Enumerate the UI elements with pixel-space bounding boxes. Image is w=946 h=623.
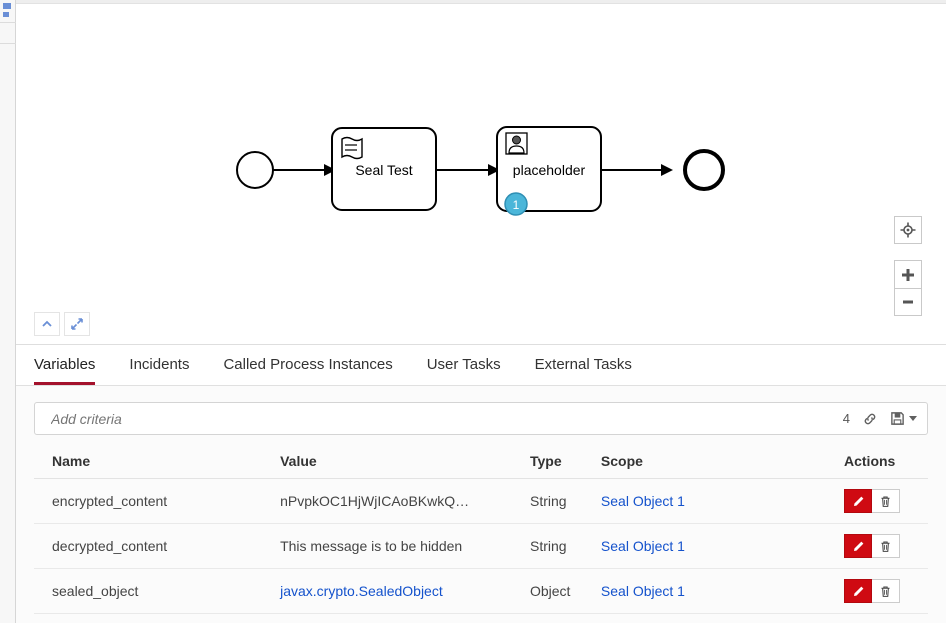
end-event[interactable] bbox=[683, 149, 725, 191]
user-task-label: placeholder bbox=[513, 162, 586, 178]
variable-name: encrypted_content bbox=[34, 478, 281, 524]
plus-icon bbox=[902, 268, 914, 281]
minus-icon bbox=[903, 300, 913, 304]
diagram-foot-controls bbox=[34, 312, 90, 336]
zoom-out-button[interactable] bbox=[894, 288, 922, 316]
tab-user-tasks[interactable]: User Tasks bbox=[427, 356, 501, 385]
zoom-in-button[interactable] bbox=[894, 260, 922, 288]
delete-variable-button[interactable] bbox=[872, 579, 900, 603]
pencil-icon bbox=[853, 541, 863, 551]
sequence-flow-arrow bbox=[661, 164, 673, 176]
edit-variable-button[interactable] bbox=[844, 489, 872, 513]
variable-value: This message is to be hidden bbox=[280, 523, 530, 569]
variable-scope: Seal Object 1 bbox=[600, 613, 844, 623]
variables-table: Name Value Type Scope Actions encrypted_… bbox=[34, 445, 928, 623]
user-task-icon bbox=[505, 132, 528, 155]
variable-value: nPvpkOC1HjWjICAoBKwkQ… bbox=[280, 478, 530, 524]
variable-name: unsealed_object bbox=[34, 613, 281, 623]
chevron-up-icon bbox=[42, 320, 52, 327]
variable-value: javax.crypto.SealedObject bbox=[280, 568, 530, 614]
variable-type: String bbox=[529, 523, 601, 569]
table-row: decrypted_content This message is to be h… bbox=[34, 523, 928, 569]
variable-name: sealed_object bbox=[34, 568, 281, 614]
result-count: 4 bbox=[842, 411, 850, 426]
variable-actions bbox=[844, 613, 928, 623]
chevron-down-icon bbox=[909, 416, 917, 421]
variable-scope: Seal Object 1 bbox=[600, 478, 844, 524]
pencil-icon bbox=[853, 586, 863, 596]
variable-type: String bbox=[529, 478, 601, 524]
edit-variable-button[interactable] bbox=[844, 534, 872, 558]
trash-icon bbox=[881, 586, 890, 597]
detail-tabs: Variables Incidents Called Process Insta… bbox=[16, 346, 946, 386]
bpmn-diagram-canvas[interactable]: Seal Test placeholder 1 bbox=[16, 0, 946, 345]
save-filter-button[interactable] bbox=[890, 411, 917, 426]
column-header-name: Name bbox=[34, 445, 281, 479]
expand-diagram-button[interactable] bbox=[64, 312, 90, 336]
expand-diagonal-icon bbox=[71, 318, 83, 330]
task-instance-badge-count: 1 bbox=[513, 198, 520, 212]
process-instance-view: Seal Test placeholder 1 Variables Incide… bbox=[0, 0, 946, 623]
action-button-group bbox=[844, 579, 900, 603]
delete-variable-button[interactable] bbox=[872, 534, 900, 558]
diagram-zoom-controls bbox=[894, 216, 922, 316]
tab-variables[interactable]: Variables bbox=[34, 356, 96, 385]
bpmn-process-diagram[interactable]: Seal Test placeholder 1 bbox=[16, 0, 946, 345]
left-sidebar-sliver bbox=[0, 0, 16, 623]
column-header-type: Type bbox=[529, 445, 601, 479]
save-icon bbox=[891, 412, 904, 425]
sidebar-divider bbox=[0, 43, 16, 44]
edit-variable-button[interactable] bbox=[844, 579, 872, 603]
variable-name: decrypted_content bbox=[34, 523, 281, 569]
column-header-scope: Scope bbox=[600, 445, 844, 479]
trash-icon bbox=[881, 541, 890, 552]
variable-value: This message is to be hidden bbox=[280, 613, 530, 623]
tab-external-tasks[interactable]: External Tasks bbox=[535, 356, 632, 385]
trash-icon bbox=[881, 496, 890, 507]
variable-actions bbox=[844, 478, 928, 524]
delete-variable-button[interactable] bbox=[872, 489, 900, 513]
tab-called-process-instances[interactable]: Called Process Instances bbox=[223, 356, 392, 385]
search-input[interactable] bbox=[49, 409, 843, 428]
variable-scope: Seal Object 1 bbox=[600, 568, 844, 614]
tab-incidents[interactable]: Incidents bbox=[129, 356, 189, 385]
variable-value-link[interactable]: javax.crypto.SealedObject bbox=[280, 583, 443, 599]
action-button-group bbox=[844, 489, 900, 513]
reset-zoom-button[interactable] bbox=[894, 216, 922, 244]
script-task-icon bbox=[341, 136, 363, 160]
link-icon bbox=[864, 413, 876, 424]
table-row: encrypted_content nPvpkOC1HjWjICAoBKwkQ… S… bbox=[34, 478, 928, 524]
collapse-diagram-button[interactable] bbox=[34, 312, 60, 336]
variable-actions bbox=[844, 568, 928, 614]
table-header-row: Name Value Type Scope Actions bbox=[34, 445, 928, 479]
table-row: sealed_object javax.crypto.SealedObject Ob… bbox=[34, 568, 928, 614]
reset-zoom-icon bbox=[900, 222, 916, 238]
table-row: unsealed_objectThis message is to be hid… bbox=[34, 613, 928, 623]
variable-scope-link[interactable]: Seal Object 1 bbox=[601, 493, 685, 509]
variable-scope: Seal Object 1 bbox=[600, 523, 844, 569]
variables-panel: 4 Name Value Ty bbox=[16, 386, 946, 623]
pencil-icon bbox=[853, 496, 863, 506]
variable-scope-link[interactable]: Seal Object 1 bbox=[601, 583, 685, 599]
copy-link-button[interactable] bbox=[862, 411, 878, 427]
variable-scope-link[interactable]: Seal Object 1 bbox=[601, 538, 685, 554]
variable-actions bbox=[844, 523, 928, 569]
variable-type: String bbox=[529, 613, 601, 623]
column-header-value: Value bbox=[280, 445, 530, 479]
script-task-label: Seal Test bbox=[355, 162, 412, 178]
sidebar-divider bbox=[0, 22, 16, 23]
search-bar[interactable]: 4 bbox=[34, 402, 928, 435]
sidebar-marker bbox=[3, 12, 9, 17]
start-event[interactable] bbox=[236, 151, 274, 189]
action-button-group bbox=[844, 534, 900, 558]
column-header-actions: Actions bbox=[844, 445, 928, 479]
sidebar-marker bbox=[3, 3, 11, 9]
variable-type: Object bbox=[529, 568, 601, 614]
